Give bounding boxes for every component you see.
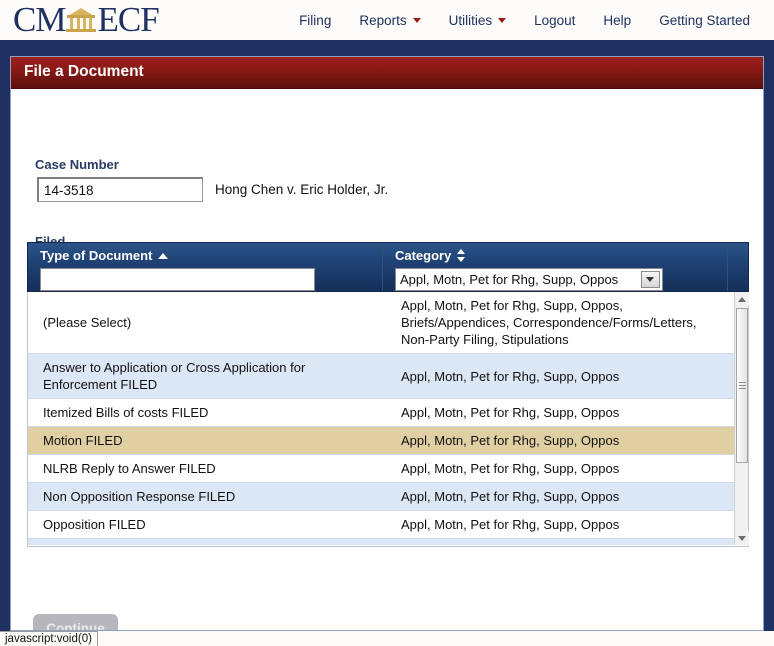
scrollbar-grip-icon <box>738 380 746 391</box>
cell-category: Appl, Motn, Pet for Rhg, Supp, Oppos <box>401 517 620 532</box>
header-scrollbar-spacer <box>728 243 748 291</box>
cell-category: Appl, Motn, Pet for Rhg, Supp, Oppos <box>401 489 620 504</box>
table-row[interactable]: Opposition FILED Appl, Motn, Pet for Rhg,… <box>28 511 734 539</box>
top-header-bar: CM ECF Filing Reports Utilities Logout H… <box>0 0 774 43</box>
cell-category: Appl, Motn, Pet for Rhg, Supp, Oppos <box>401 368 620 384</box>
cell-type-of-document: NLRB Reply to Answer FILED <box>43 461 216 476</box>
column-header-category[interactable]: Category Appl, Motn, Pet for Rhg, Supp, … <box>383 243 728 291</box>
cell-type-of-document: Answer to Application or Cross Applicati… <box>43 360 306 392</box>
cell-category: Appl, Motn, Pet for Rhg, Supp, Oppos, Br… <box>401 298 697 347</box>
chevron-down-icon <box>498 17 507 23</box>
table-scrollbar[interactable] <box>734 292 749 545</box>
category-select-value: Appl, Motn, Pet for Rhg, Supp, Oppos <box>399 272 619 287</box>
cell-category: Appl, Motn, Pet for Rhg, Supp, Oppos <box>386 539 734 545</box>
cell-type-of-document: Motion FILED <box>43 433 123 448</box>
nav-label-logout: Logout <box>534 12 576 28</box>
nav-item-logout[interactable]: Logout <box>520 0 589 40</box>
table-row[interactable]: Itemized Bills of costs FILED Appl, Motn,… <box>28 399 734 427</box>
logo-text-ecf: ECF <box>97 0 159 39</box>
main-nav: Filing Reports Utilities Logout Help Get… <box>285 0 764 40</box>
nav-item-reports[interactable]: Reports <box>345 0 434 40</box>
nav-label-utilities: Utilities <box>448 12 493 28</box>
cell-type-of-document: (Please Select) <box>43 315 132 330</box>
scrollbar-thumb[interactable] <box>736 308 748 463</box>
page-title: File a Document <box>24 63 144 80</box>
chevron-down-icon[interactable] <box>640 271 660 288</box>
scroll-down-arrow-icon[interactable] <box>735 531 749 545</box>
cmecf-logo[interactable]: CM ECF <box>13 0 160 39</box>
cell-type-of-document: Itemized Bills of costs FILED <box>43 405 209 420</box>
logo-text-cm: CM <box>13 0 66 39</box>
cell-category: Appl, Motn, Pet for Rhg, Supp, Oppos <box>401 433 620 448</box>
page-frame: File a Document Case Number Hong Chen v.… <box>0 43 774 631</box>
document-type-table: Type of Document Category Appl, Motn, Pe… <box>27 242 749 547</box>
type-of-document-filter-input[interactable] <box>40 268 315 291</box>
sort-ascending-icon[interactable] <box>158 252 169 259</box>
table-row[interactable]: NLRB Reply to Answer FILED Appl, Motn, Pe… <box>28 455 734 483</box>
category-select[interactable]: Appl, Motn, Pet for Rhg, Supp, Oppos <box>394 268 663 291</box>
nav-item-utilities[interactable]: Utilities <box>435 0 521 40</box>
column-header-type-of-document[interactable]: Type of Document <box>28 243 383 291</box>
table-row[interactable]: Motion FILED Appl, Motn, Pet for Rhg, Sup… <box>28 427 734 455</box>
column-label-category: Category <box>394 248 452 263</box>
table-header-row: Type of Document Category Appl, Motn, Pe… <box>27 242 749 292</box>
panel-title-bar: File a Document <box>11 57 763 89</box>
cmecf-page: CM ECF Filing Reports Utilities Logout H… <box>0 0 774 646</box>
nav-label-help: Help <box>603 12 632 28</box>
cell-type-of-document: Non Opposition Response FILED <box>43 489 236 504</box>
chevron-down-icon <box>412 17 421 23</box>
nav-item-getting-started[interactable]: Getting Started <box>645 0 764 40</box>
content-panel: File a Document Case Number Hong Chen v.… <box>10 56 764 631</box>
case-number-label: Case Number <box>35 157 119 172</box>
continue-button[interactable]: Continue <box>33 614 118 630</box>
table-row[interactable]: Non Opposition Response FILED Appl, Motn,… <box>28 483 734 511</box>
nav-label-reports: Reports <box>359 12 407 28</box>
column-label-type-of-document: Type of Document <box>40 248 153 263</box>
cell-type-of-document: Petition for Rehearing FILED <box>28 539 386 545</box>
table-row[interactable]: Answer to Application or Cross Applicati… <box>28 354 734 399</box>
table-row[interactable]: (Please Select) Appl, Motn, Pet for Rhg, … <box>28 292 734 354</box>
nav-item-help[interactable]: Help <box>589 0 645 40</box>
cell-category: Appl, Motn, Pet for Rhg, Supp, Oppos <box>401 461 620 476</box>
cell-type-of-document: Opposition FILED <box>43 517 146 532</box>
case-name-text: Hong Chen v. Eric Holder, Jr. <box>215 182 389 197</box>
case-number-input[interactable] <box>37 177 203 202</box>
nav-label-getting-started: Getting Started <box>659 12 750 28</box>
courthouse-icon <box>66 7 97 33</box>
table-row[interactable]: Petition for Rehearing FILEDAppl, Motn, … <box>28 539 734 545</box>
table-body: (Please Select) Appl, Motn, Pet for Rhg, … <box>28 292 734 545</box>
browser-status-bar: javascript:void(0) <box>0 631 98 646</box>
cell-category: Appl, Motn, Pet for Rhg, Supp, Oppos <box>401 405 620 420</box>
nav-label-filing: Filing <box>299 12 332 28</box>
sort-updown-icon[interactable] <box>457 249 466 262</box>
status-bar-text: javascript:void(0) <box>5 633 92 645</box>
nav-item-filing[interactable]: Filing <box>285 0 345 40</box>
scroll-up-arrow-icon[interactable] <box>735 292 749 306</box>
table-body-container: (Please Select) Appl, Motn, Pet for Rhg, … <box>27 292 749 547</box>
